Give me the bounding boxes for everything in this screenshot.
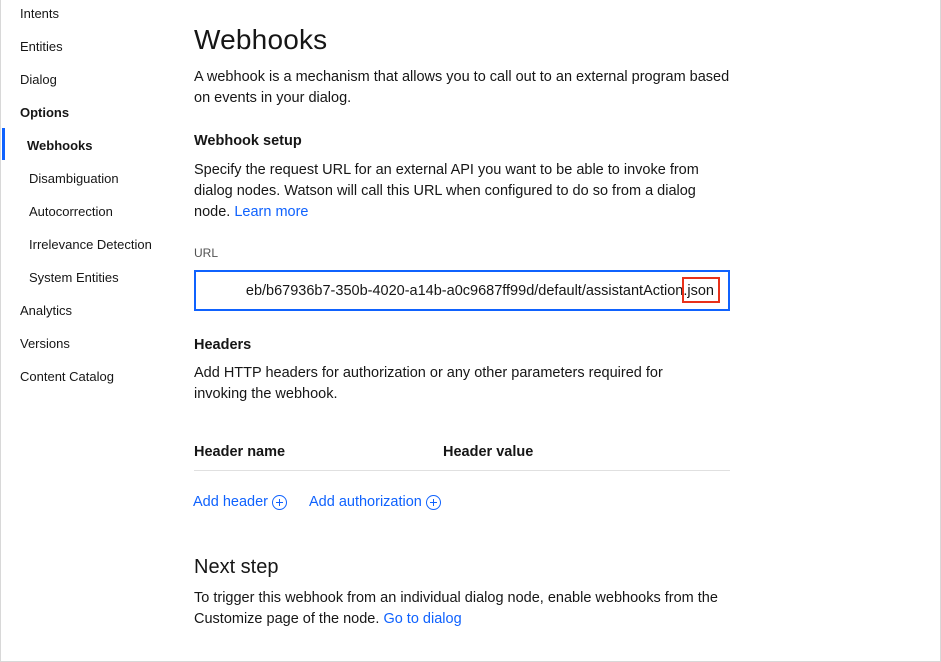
next-step-description: To trigger this webhook from an individu… bbox=[194, 588, 730, 630]
active-indicator bbox=[2, 128, 5, 160]
sidebar-item-analytics[interactable]: Analytics bbox=[20, 303, 72, 318]
learn-more-link[interactable]: Learn more bbox=[234, 204, 308, 220]
column-header-value: Header value bbox=[443, 444, 534, 460]
url-input[interactable]: eb/b67936b7-350b-4020-a14b-a0c9687ff99d/… bbox=[194, 270, 730, 311]
sidebar-item-entities[interactable]: Entities bbox=[20, 39, 63, 54]
intro-text: A webhook is a mechanism that allows you… bbox=[194, 69, 730, 106]
sidebar-item-options[interactable]: Options bbox=[20, 105, 69, 120]
sidebar-item-webhooks[interactable]: Webhooks bbox=[27, 138, 93, 153]
webhook-setup-heading: Webhook setup bbox=[194, 133, 302, 149]
url-label: URL bbox=[194, 246, 219, 260]
sidebar-item-versions[interactable]: Versions bbox=[20, 336, 70, 351]
column-header-name: Header name bbox=[194, 444, 286, 460]
plus-circle-icon bbox=[271, 494, 287, 510]
sidebar-nav: Intents Entities Dialog Options Webhooks… bbox=[1, 0, 176, 661]
app-frame: Intents Entities Dialog Options Webhooks… bbox=[0, 0, 941, 662]
webhook-setup-description: Specify the request URL for an external … bbox=[194, 160, 730, 223]
sidebar-item-intents[interactable]: Intents bbox=[20, 6, 59, 21]
next-step-heading: Next step bbox=[194, 556, 279, 578]
add-header-button[interactable]: Add header bbox=[193, 494, 287, 510]
plus-circle-icon bbox=[425, 494, 441, 510]
headers-table-header: Header name Header value bbox=[194, 444, 730, 471]
sidebar-item-dialog[interactable]: Dialog bbox=[20, 72, 57, 87]
highlight-annotation bbox=[682, 277, 720, 303]
headers-heading: Headers bbox=[194, 337, 252, 353]
sidebar-item-irrelevance-detection[interactable]: Irrelevance Detection bbox=[29, 237, 152, 252]
go-to-dialog-link[interactable]: Go to dialog bbox=[383, 611, 461, 627]
add-authorization-button[interactable]: Add authorization bbox=[309, 494, 441, 510]
url-input-value: eb/b67936b7-350b-4020-a14b-a0c9687ff99d/… bbox=[245, 283, 714, 299]
add-header-label: Add header bbox=[193, 494, 268, 510]
add-authorization-label: Add authorization bbox=[309, 494, 422, 510]
page-title: Webhooks bbox=[194, 24, 328, 55]
sidebar-item-autocorrection[interactable]: Autocorrection bbox=[29, 204, 113, 219]
sidebar-item-disambiguation[interactable]: Disambiguation bbox=[29, 171, 119, 186]
headers-description: Add HTTP headers for authorization or an… bbox=[194, 365, 663, 402]
sidebar-item-content-catalog[interactable]: Content Catalog bbox=[20, 369, 114, 384]
sidebar-item-system-entities[interactable]: System Entities bbox=[29, 270, 119, 285]
